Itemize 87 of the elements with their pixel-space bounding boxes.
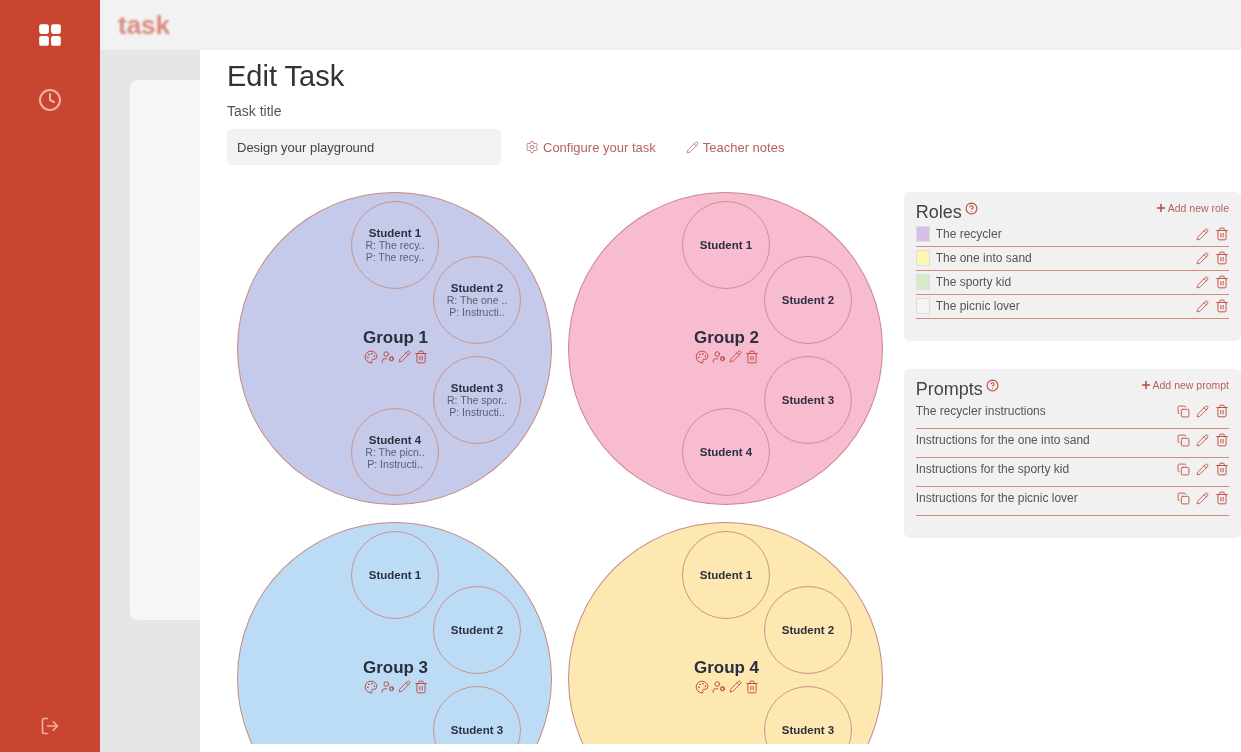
pencil-icon bbox=[685, 140, 699, 154]
clock-icon[interactable] bbox=[38, 88, 62, 112]
delete-icon[interactable] bbox=[744, 680, 759, 694]
student-prompt: P: Instructi.. bbox=[367, 458, 423, 470]
task-title-label: Task title bbox=[227, 103, 283, 119]
add-role-button[interactable]: Add new role bbox=[1154, 202, 1229, 214]
student-role: R: The one .. bbox=[446, 294, 508, 306]
palette-icon[interactable] bbox=[694, 680, 709, 694]
plus-icon bbox=[1154, 202, 1167, 214]
assign-user-icon[interactable] bbox=[380, 680, 395, 694]
role-name: The picnic lover bbox=[935, 299, 1021, 313]
group-name: Group 2 bbox=[693, 328, 760, 348]
student-name: Student 2 bbox=[450, 624, 504, 636]
delete-icon[interactable] bbox=[1215, 227, 1229, 241]
edit-icon[interactable] bbox=[397, 680, 411, 694]
delete-icon[interactable] bbox=[744, 350, 759, 364]
role-name: The recycler bbox=[935, 227, 1003, 241]
palette-icon[interactable] bbox=[363, 350, 378, 364]
student-name: Student 3 bbox=[781, 394, 835, 406]
student-name: Student 2 bbox=[781, 624, 835, 636]
edit-icon[interactable] bbox=[1196, 404, 1209, 418]
student-name: Student 3 bbox=[450, 724, 504, 736]
task-title-field[interactable]: Design your playground bbox=[227, 129, 501, 165]
student-prompt: P: Instructi.. bbox=[449, 406, 505, 418]
delete-icon[interactable] bbox=[1215, 275, 1229, 289]
group-name: Group 1 bbox=[362, 328, 429, 348]
role-name: The one into sand bbox=[935, 251, 1033, 265]
student-role: R: The spor.. bbox=[447, 394, 507, 406]
edit-icon[interactable] bbox=[1196, 462, 1209, 476]
plus-icon bbox=[1139, 379, 1152, 391]
delete-icon[interactable] bbox=[1215, 462, 1229, 476]
edit-icon[interactable] bbox=[1196, 275, 1209, 289]
app-title: task bbox=[118, 9, 171, 41]
student-name: Student 1 bbox=[699, 239, 753, 251]
edit-icon[interactable] bbox=[728, 350, 742, 364]
prompt-name: Instructions for the picnic lover bbox=[915, 491, 1079, 505]
edit-icon[interactable] bbox=[1196, 433, 1209, 447]
student-name: Student 3 bbox=[781, 724, 835, 736]
student-name: Student 2 bbox=[781, 294, 835, 306]
panel-title: Roles bbox=[915, 202, 962, 223]
edit-icon[interactable] bbox=[1196, 299, 1209, 313]
delete-icon[interactable] bbox=[413, 350, 428, 364]
group-name: Group 4 bbox=[693, 658, 760, 678]
student-role: R: The recy.. bbox=[365, 239, 425, 251]
delete-icon[interactable] bbox=[1215, 404, 1229, 418]
edit-icon[interactable] bbox=[728, 680, 742, 694]
dashboard-icon[interactable] bbox=[37, 22, 63, 48]
edit-icon[interactable] bbox=[397, 350, 411, 364]
logout-icon[interactable] bbox=[40, 716, 60, 736]
student-name: Student 4 bbox=[699, 446, 753, 458]
delete-icon[interactable] bbox=[413, 680, 428, 694]
panel-title: Prompts bbox=[915, 379, 983, 400]
dialog-title: Edit Task bbox=[227, 60, 346, 93]
palette-icon[interactable] bbox=[363, 680, 378, 694]
student-name: Student 1 bbox=[368, 227, 422, 239]
help-icon[interactable] bbox=[964, 202, 978, 215]
student-role: R: The picn.. bbox=[365, 446, 425, 458]
gear-icon bbox=[525, 140, 539, 154]
prompt-name: The recycler instructions bbox=[915, 404, 1047, 418]
assign-user-icon[interactable] bbox=[711, 350, 726, 364]
student-name: Student 4 bbox=[368, 434, 422, 446]
delete-icon[interactable] bbox=[1215, 491, 1229, 505]
copy-icon[interactable] bbox=[1177, 404, 1190, 418]
assign-user-icon[interactable] bbox=[380, 350, 395, 364]
copy-icon[interactable] bbox=[1177, 462, 1190, 476]
student-name: Student 1 bbox=[368, 569, 422, 581]
delete-icon[interactable] bbox=[1215, 433, 1229, 447]
role-name: The sporty kid bbox=[935, 275, 1013, 289]
palette-icon[interactable] bbox=[694, 350, 709, 364]
prompt-name: Instructions for the one into sand bbox=[915, 433, 1091, 447]
edit-icon[interactable] bbox=[1196, 251, 1209, 265]
student-name: Student 2 bbox=[450, 282, 504, 294]
copy-icon[interactable] bbox=[1177, 433, 1190, 447]
group-name: Group 3 bbox=[362, 658, 429, 678]
prompt-name: Instructions for the sporty kid bbox=[915, 462, 1071, 476]
student-prompt: P: Instructi.. bbox=[449, 306, 505, 318]
copy-icon[interactable] bbox=[1177, 491, 1190, 505]
delete-icon[interactable] bbox=[1215, 299, 1229, 313]
student-prompt: P: The recy.. bbox=[365, 251, 425, 263]
edit-icon[interactable] bbox=[1196, 227, 1209, 241]
delete-icon[interactable] bbox=[1215, 251, 1229, 265]
add-prompt-button[interactable]: Add new prompt bbox=[1139, 379, 1229, 391]
student-name: Student 1 bbox=[699, 569, 753, 581]
edit-icon[interactable] bbox=[1196, 491, 1209, 505]
help-icon[interactable] bbox=[985, 379, 999, 392]
student-name: Student 3 bbox=[450, 382, 504, 394]
assign-user-icon[interactable] bbox=[711, 680, 726, 694]
